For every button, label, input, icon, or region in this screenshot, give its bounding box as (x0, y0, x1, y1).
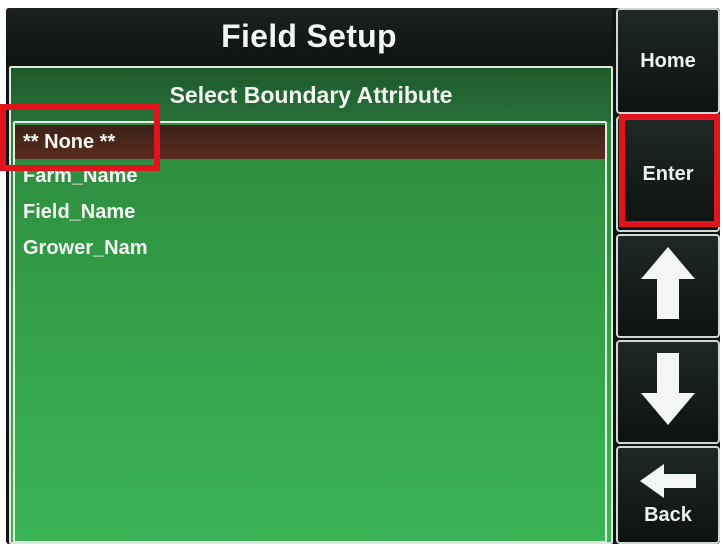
subtitle-bar: Select Boundary Attribute (11, 68, 611, 122)
list-item-label: ** None ** (23, 130, 116, 153)
scroll-up-button[interactable] (616, 234, 720, 338)
list-item-none[interactable]: ** None ** (15, 125, 605, 159)
title-bar: Field Setup (6, 8, 612, 64)
page-title: Field Setup (221, 17, 397, 54)
list-item-label: Field_Name (23, 200, 136, 223)
enter-button[interactable]: Enter (616, 116, 720, 232)
list-item-farm-name[interactable]: Farm_Name (15, 159, 605, 193)
back-button-label: Back (644, 503, 692, 526)
list-item-label: Farm_Name (23, 164, 138, 187)
side-button-panel: Home Enter Back (616, 8, 720, 544)
panel-subtitle: Select Boundary Attribute (169, 81, 453, 108)
arrow-left-icon (640, 463, 696, 504)
enter-button-label: Enter (642, 162, 694, 185)
scroll-down-button[interactable] (616, 340, 720, 444)
home-button[interactable]: Home (616, 8, 720, 114)
home-button-label: Home (640, 49, 696, 72)
arrow-down-icon (641, 353, 695, 431)
display-screen: Field Setup Select Boundary Attribute **… (6, 8, 720, 544)
list-item-grower-name[interactable]: Grower_Nam (15, 231, 605, 265)
attribute-list[interactable]: ** None ** Farm_Name Field_Name Grower_N… (13, 121, 607, 542)
list-item-field-name[interactable]: Field_Name (15, 195, 605, 229)
content-panel: Select Boundary Attribute ** None ** Far… (9, 66, 613, 544)
arrow-up-icon (641, 247, 695, 325)
list-item-label: Grower_Nam (23, 236, 148, 259)
back-button[interactable]: Back (616, 446, 720, 544)
